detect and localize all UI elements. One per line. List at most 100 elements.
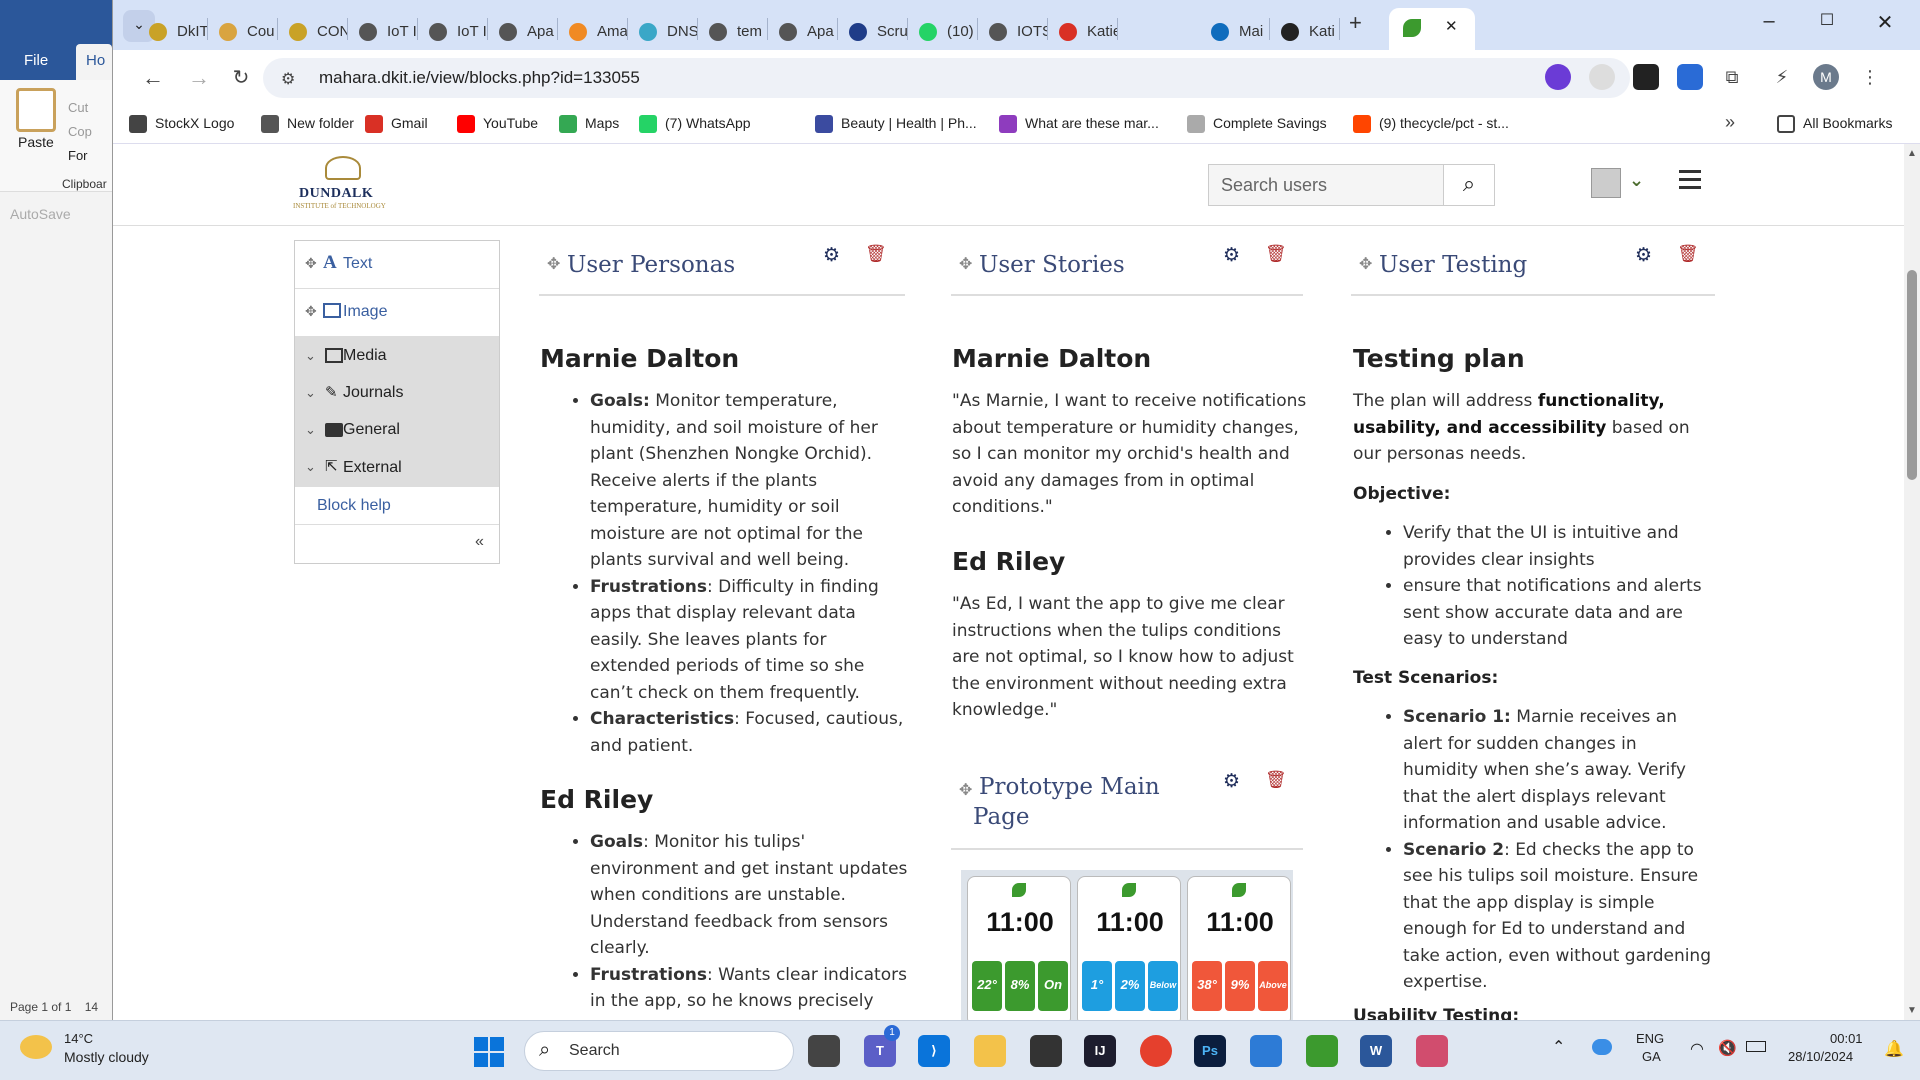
profile-avatar[interactable]: M: [1813, 64, 1839, 90]
trash-icon[interactable]: 🗑: [1265, 244, 1287, 264]
weather-temp[interactable]: 14°C: [64, 1031, 93, 1046]
page-scrollbar[interactable]: ▲ ▼: [1904, 144, 1920, 1020]
site-info-icon[interactable]: ⚙: [281, 69, 295, 89]
bookmark-item[interactable]: StockX Logo: [129, 115, 234, 133]
browser-tab[interactable]: Scru: [837, 10, 907, 50]
volume-icon[interactable]: 🔇: [1718, 1039, 1737, 1057]
chevron-up-icon[interactable]: ⌃: [1552, 1037, 1565, 1057]
block-image[interactable]: ✥ Image: [295, 289, 499, 337]
wifi-icon[interactable]: ◠: [1690, 1039, 1704, 1059]
hamburger-menu-icon[interactable]: [1679, 170, 1701, 194]
close-window-button[interactable]: ✕: [1861, 10, 1909, 40]
bookmark-item[interactable]: (9) thecycle/pct - st...: [1353, 115, 1509, 133]
collapse-panel-button[interactable]: «: [295, 525, 499, 563]
browser-tab[interactable]: Apa: [487, 10, 557, 50]
gear-icon[interactable]: ⚙: [823, 244, 840, 267]
extension-icon[interactable]: [1545, 64, 1571, 90]
drag-handle-icon[interactable]: ✥: [305, 255, 317, 272]
browser-tab[interactable]: (10): [907, 10, 977, 50]
close-icon[interactable]: ✕: [1445, 17, 1458, 35]
unity-icon[interactable]: [1030, 1035, 1062, 1067]
copy-button[interactable]: Cop: [68, 124, 92, 139]
language-primary[interactable]: ENG: [1636, 1031, 1664, 1046]
puzzle-icon[interactable]: ⧉: [1719, 64, 1745, 90]
new-tab-button[interactable]: +: [1349, 10, 1362, 36]
user-avatar[interactable]: [1591, 168, 1621, 198]
search-users-input[interactable]: Search users: [1208, 164, 1444, 206]
search-button[interactable]: ⌕: [1443, 164, 1495, 206]
browser-tab[interactable]: Katie: [1047, 10, 1117, 50]
performance-icon[interactable]: ⚡: [1769, 64, 1795, 90]
bookmark-item[interactable]: Complete Savings: [1187, 115, 1327, 133]
gear-icon[interactable]: ⚙: [1223, 770, 1240, 793]
snipping-tool-icon[interactable]: [1416, 1035, 1448, 1067]
taskbar-search[interactable]: ⌕ Search: [524, 1031, 794, 1071]
weather-cloud-icon[interactable]: [20, 1035, 52, 1059]
browser-tab[interactable]: DNS: [627, 10, 697, 50]
language-secondary[interactable]: GA: [1642, 1049, 1661, 1064]
clock-date[interactable]: 28/10/2024: [1788, 1049, 1853, 1064]
menu-kebab-icon[interactable]: ⋮: [1857, 64, 1883, 90]
browser-tab[interactable]: Ama: [557, 10, 627, 50]
bookmark-item[interactable]: Maps: [559, 115, 619, 133]
trash-icon[interactable]: 🗑: [865, 244, 887, 264]
move-icon[interactable]: ✥: [1359, 254, 1372, 274]
browser-tab[interactable]: Mai: [1199, 10, 1269, 50]
onedrive-icon[interactable]: [1592, 1039, 1612, 1055]
url-text[interactable]: mahara.dkit.ie/view/blocks.php?id=133055: [319, 68, 640, 88]
more-bookmarks-button[interactable]: »: [1725, 112, 1735, 133]
move-icon[interactable]: ✥: [959, 780, 972, 800]
minimize-button[interactable]: –: [1745, 10, 1793, 40]
reload-button[interactable]: ↻: [227, 64, 255, 92]
chrome-icon[interactable]: [1140, 1035, 1172, 1067]
tab-active[interactable]: ✕: [1389, 8, 1475, 50]
block-text[interactable]: ✥ A Text: [295, 241, 499, 289]
file-explorer-icon[interactable]: [974, 1035, 1006, 1067]
cut-button[interactable]: Cut: [68, 100, 88, 115]
bookmark-item[interactable]: What are these mar...: [999, 115, 1159, 133]
browser-tab[interactable]: Apa: [767, 10, 837, 50]
bookmark-item[interactable]: New folder: [261, 115, 354, 133]
android-studio-icon[interactable]: [1306, 1035, 1338, 1067]
chevron-down-icon[interactable]: ⌄: [1629, 170, 1644, 191]
start-button[interactable]: [474, 1037, 504, 1067]
task-view-icon[interactable]: [808, 1035, 840, 1067]
trash-icon[interactable]: 🗑: [1677, 244, 1699, 264]
bookmark-item[interactable]: Beauty | Health | Ph...: [815, 115, 977, 133]
bookmark-item[interactable]: (7) WhatsApp: [639, 115, 751, 133]
gear-icon[interactable]: ⚙: [1635, 244, 1652, 267]
browser-tab[interactable]: DkIT: [137, 10, 207, 50]
extension-icon[interactable]: [1589, 64, 1615, 90]
paste-label[interactable]: Paste: [18, 134, 54, 150]
browser-tab[interactable]: IoT I: [417, 10, 487, 50]
category-general[interactable]: ⌄ General: [295, 412, 499, 449]
scroll-up-icon[interactable]: ▲: [1907, 148, 1917, 159]
format-painter-button[interactable]: For: [68, 148, 88, 163]
category-media[interactable]: ⌄ Media: [295, 337, 499, 375]
block-help-link[interactable]: Block help: [295, 487, 499, 525]
battery-icon[interactable]: [1746, 1041, 1766, 1052]
category-external[interactable]: ⌄ ⇱ External: [295, 449, 499, 487]
weather-desc[interactable]: Mostly cloudy: [64, 1049, 149, 1065]
prototype-image[interactable]: 11:00 22° 8% On 11:00 1° 2% Below 11:00 38° 9% Abov…: [961, 870, 1293, 1020]
word-home-tab[interactable]: Ho: [76, 44, 112, 80]
address-bar[interactable]: ⚙ mahara.dkit.ie/view/blocks.php?id=1330…: [263, 58, 1630, 98]
drag-handle-icon[interactable]: ✥: [305, 303, 317, 320]
trash-icon[interactable]: 🗑: [1265, 770, 1287, 790]
browser-tab[interactable]: Cou: [207, 10, 277, 50]
shield-icon[interactable]: [1677, 64, 1703, 90]
browser-tab[interactable]: IoT I: [347, 10, 417, 50]
category-journals[interactable]: ⌄ ✎ Journals: [295, 375, 499, 412]
paste-icon[interactable]: [16, 88, 56, 132]
bookmark-item[interactable]: Gmail: [365, 115, 428, 133]
move-icon[interactable]: ✥: [959, 254, 972, 274]
maximize-button[interactable]: ☐: [1803, 10, 1851, 40]
all-bookmarks-button[interactable]: All Bookmarks: [1777, 115, 1892, 133]
autosave-toggle[interactable]: AutoSave: [10, 206, 71, 222]
scroll-down-icon[interactable]: ▼: [1907, 1005, 1917, 1016]
browser-tab[interactable]: Kati: [1269, 10, 1339, 50]
word-file-tab[interactable]: File: [24, 52, 48, 69]
bookmark-item[interactable]: YouTube: [457, 115, 538, 133]
store-icon[interactable]: [1250, 1035, 1282, 1067]
forward-button[interactable]: →: [185, 64, 213, 92]
